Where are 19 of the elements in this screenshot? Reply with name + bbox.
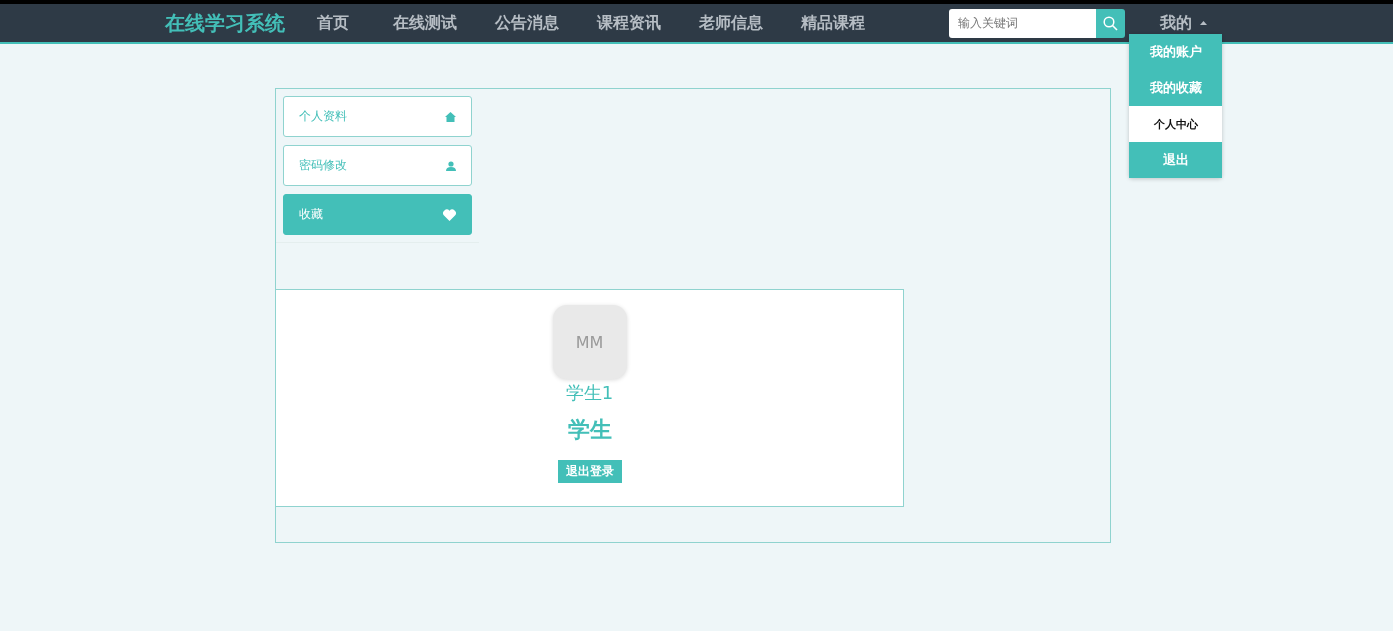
home-icon [445, 111, 456, 122]
nav-link[interactable]: 课程资讯 [597, 12, 661, 34]
nav-link[interactable]: 首页 [317, 12, 349, 34]
nav-link[interactable]: 公告消息 [495, 12, 559, 34]
menu-item[interactable]: 个人中心 [1129, 106, 1222, 142]
site-logo[interactable]: 在线学习系统 [165, 9, 285, 37]
user-role: 学生 [567, 416, 612, 444]
search-field[interactable]: 输入关键词 [949, 8, 1096, 38]
caret-icon [1200, 21, 1207, 25]
user-icon [446, 160, 456, 171]
avatar: MM [552, 305, 627, 379]
search-icon [1103, 15, 1118, 31]
nav-link[interactable]: 在线测试 [393, 12, 457, 34]
nav-link[interactable]: 精品课程 [801, 12, 865, 34]
nav-link[interactable]: 老师信息 [699, 12, 763, 34]
heart-icon [443, 208, 456, 221]
user-menu-button[interactable]: 我的 [1160, 12, 1207, 34]
search-button[interactable] [1096, 8, 1125, 38]
username: 学生1 [565, 381, 614, 405]
